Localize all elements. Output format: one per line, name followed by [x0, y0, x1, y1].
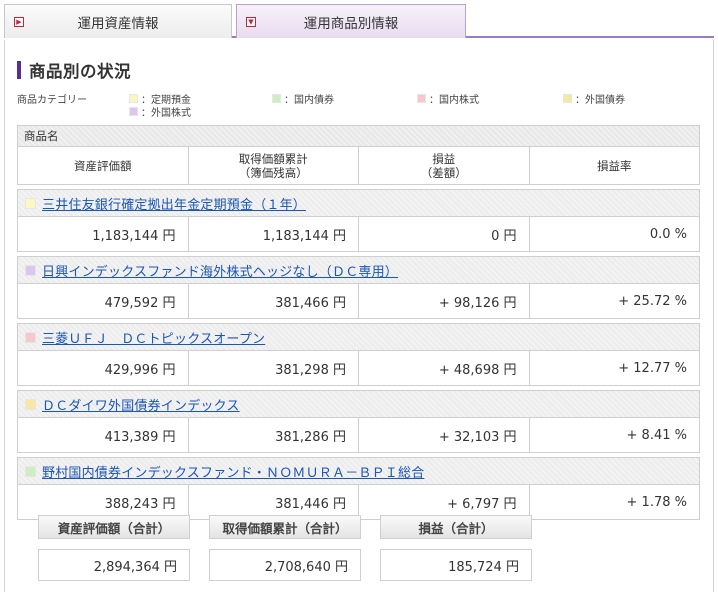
tab-bar: ▶ 運用資産情報 ▼ 運用商品別情報	[4, 4, 714, 38]
column-header-line: 損益率	[597, 158, 632, 173]
tab-asset-info[interactable]: ▶ 運用資産情報	[4, 4, 232, 38]
product-link[interactable]: ＤＣダイワ外国債券インデックス	[42, 395, 240, 414]
arrow-down-icon: ▼	[246, 17, 256, 27]
profit-cell: + 48,698 円	[359, 351, 530, 385]
legend-item-label: ：国内債券	[284, 95, 334, 106]
valuation-cell: 479,592 円	[18, 284, 189, 318]
column-header-profit-rate: 損益率	[530, 147, 700, 184]
column-header-line: （簿価残高）	[238, 165, 308, 180]
valuation-cell: 1,183,144 円	[18, 217, 189, 251]
category-swatch-icon	[25, 197, 36, 209]
valuation-cell: 413,389 円	[18, 418, 189, 452]
legend-item-label: ：外国債券	[575, 95, 625, 106]
product-name-row: 日興インデックスファンド海外株式ヘッジなし（ＤＣ専用）	[17, 256, 700, 284]
tab-product-info[interactable]: ▼ 運用商品別情報	[236, 4, 466, 38]
total-valuation: 資産評価額（合計） 2,894,364 円	[38, 515, 190, 581]
product-row: 野村国内債券インデックスファンド・ＮＯＭＵＲＡ－ＢＰＩ総合 388,243 円 …	[17, 457, 700, 520]
product-values: 413,389 円 381,286 円 + 32,103 円 + 8.41 %	[17, 418, 700, 453]
tab-label: 運用商品別情報	[303, 15, 399, 32]
legend-label: 商品カテゴリー	[17, 95, 87, 106]
column-header-acquisition: 取得価額累計 （簿価残高）	[189, 147, 359, 184]
legend-item-label: ：外国株式	[141, 108, 191, 119]
product-name-row: 野村国内債券インデックスファンド・ＮＯＭＵＲＡ－ＢＰＩ総合	[17, 457, 700, 485]
product-row: 三井住友銀行確定拠出年金定期預金（１年） 1,183,144 円 1,183,1…	[17, 189, 700, 252]
valuation-cell: 388,243 円	[18, 485, 189, 519]
column-headers: 資産評価額 取得価額累計 （簿価残高） 損益 （差額） 損益率	[17, 147, 700, 185]
page-title: 商品別の状況	[29, 62, 131, 81]
name-header: 商品名	[17, 125, 700, 147]
total-label: 取得価額累計（合計）	[209, 515, 361, 539]
profit-rate-cell: + 12.77 %	[618, 360, 687, 376]
total-value: 2,894,364 円	[38, 549, 190, 581]
product-row: 日興インデックスファンド海外株式ヘッジなし（ＤＣ専用） 479,592 円 38…	[17, 256, 700, 319]
column-header-line: 取得価額累計	[238, 151, 308, 166]
product-link[interactable]: 三井住友銀行確定拠出年金定期預金（１年）	[42, 194, 306, 213]
arrow-right-icon: ▶	[14, 17, 24, 27]
heading-bar	[17, 61, 21, 79]
category-swatch-icon	[25, 264, 36, 276]
profit-cell: 0 円	[359, 217, 530, 251]
column-header-valuation: 資産評価額	[18, 147, 189, 184]
swatch-icon	[129, 107, 138, 116]
product-name-row: 三井住友銀行確定拠出年金定期預金（１年）	[17, 189, 700, 217]
total-label: 損益（合計）	[380, 515, 532, 539]
product-row: ＤＣダイワ外国債券インデックス 413,389 円 381,286 円 + 32…	[17, 390, 700, 453]
profit-rate-cell: + 25.72 %	[618, 293, 687, 309]
total-label: 資産評価額（合計）	[38, 515, 190, 539]
product-values: 1,183,144 円 1,183,144 円 0 円 0.0 %	[17, 217, 700, 252]
column-header-line: 損益	[432, 151, 456, 166]
product-values: 429,996 円 381,298 円 + 48,698 円 + 12.77 %	[17, 351, 700, 386]
total-value: 2,708,640 円	[209, 549, 361, 581]
tab-label: 運用資産情報	[77, 15, 159, 32]
legend-item-foreign-bond: ：外国債券	[563, 91, 625, 106]
profit-cell: + 6,797 円	[359, 485, 530, 519]
profit-cell: + 32,103 円	[359, 418, 530, 452]
swatch-icon	[563, 94, 572, 103]
profit-rate-cell: + 1.78 %	[626, 494, 687, 510]
section-heading: 商品別の状況	[17, 60, 131, 81]
column-header-profit: 損益 （差額）	[359, 147, 530, 184]
valuation-cell: 429,996 円	[18, 351, 189, 385]
total-profit: 損益（合計） 185,724 円	[380, 515, 532, 581]
product-table: 商品名 資産評価額 取得価額累計 （簿価残高） 損益 （差額） 損益率 三井住友…	[17, 125, 700, 520]
total-acquisition: 取得価額累計（合計） 2,708,640 円	[209, 515, 361, 581]
product-row: 三菱ＵＦＪ ＤＣトピックスオープン 429,996 円 381,298 円 + …	[17, 323, 700, 386]
column-header-line: 資産評価額	[74, 158, 132, 173]
category-swatch-icon	[25, 331, 36, 343]
profit-rate-cell: 0.0 %	[649, 226, 687, 242]
product-values: 479,592 円 381,466 円 + 98,126 円 + 25.72 %	[17, 284, 700, 319]
product-name-row: 三菱ＵＦＪ ＤＣトピックスオープン	[17, 323, 700, 351]
category-swatch-icon	[25, 398, 36, 410]
profit-cell: + 98,126 円	[359, 284, 530, 318]
legend-item-domestic-bond: ：国内債券	[272, 91, 334, 106]
acquisition-cell: 381,298 円	[189, 351, 359, 385]
legend-item-domestic-stock: ：国内株式	[417, 91, 479, 106]
legend-item-foreign-stock: ：外国株式	[129, 104, 191, 119]
product-link[interactable]: 野村国内債券インデックスファンド・ＮＯＭＵＲＡ－ＢＰＩ総合	[42, 462, 424, 481]
swatch-icon	[417, 94, 426, 103]
product-name-row: ＤＣダイワ外国債券インデックス	[17, 390, 700, 418]
acquisition-cell: 381,286 円	[189, 418, 359, 452]
swatch-icon	[272, 94, 281, 103]
swatch-icon	[129, 94, 138, 103]
profit-rate-cell: + 8.41 %	[626, 427, 687, 443]
acquisition-cell: 381,466 円	[189, 284, 359, 318]
acquisition-cell: 1,183,144 円	[189, 217, 359, 251]
total-value: 185,724 円	[380, 549, 532, 581]
acquisition-cell: 381,446 円	[189, 485, 359, 519]
legend-item-label: ：国内株式	[429, 95, 479, 106]
category-swatch-icon	[25, 465, 36, 477]
product-link[interactable]: 三菱ＵＦＪ ＤＣトピックスオープン	[42, 328, 265, 347]
column-header-line: （差額）	[420, 165, 467, 180]
product-link[interactable]: 日興インデックスファンド海外株式ヘッジなし（ＤＣ専用）	[42, 261, 398, 280]
